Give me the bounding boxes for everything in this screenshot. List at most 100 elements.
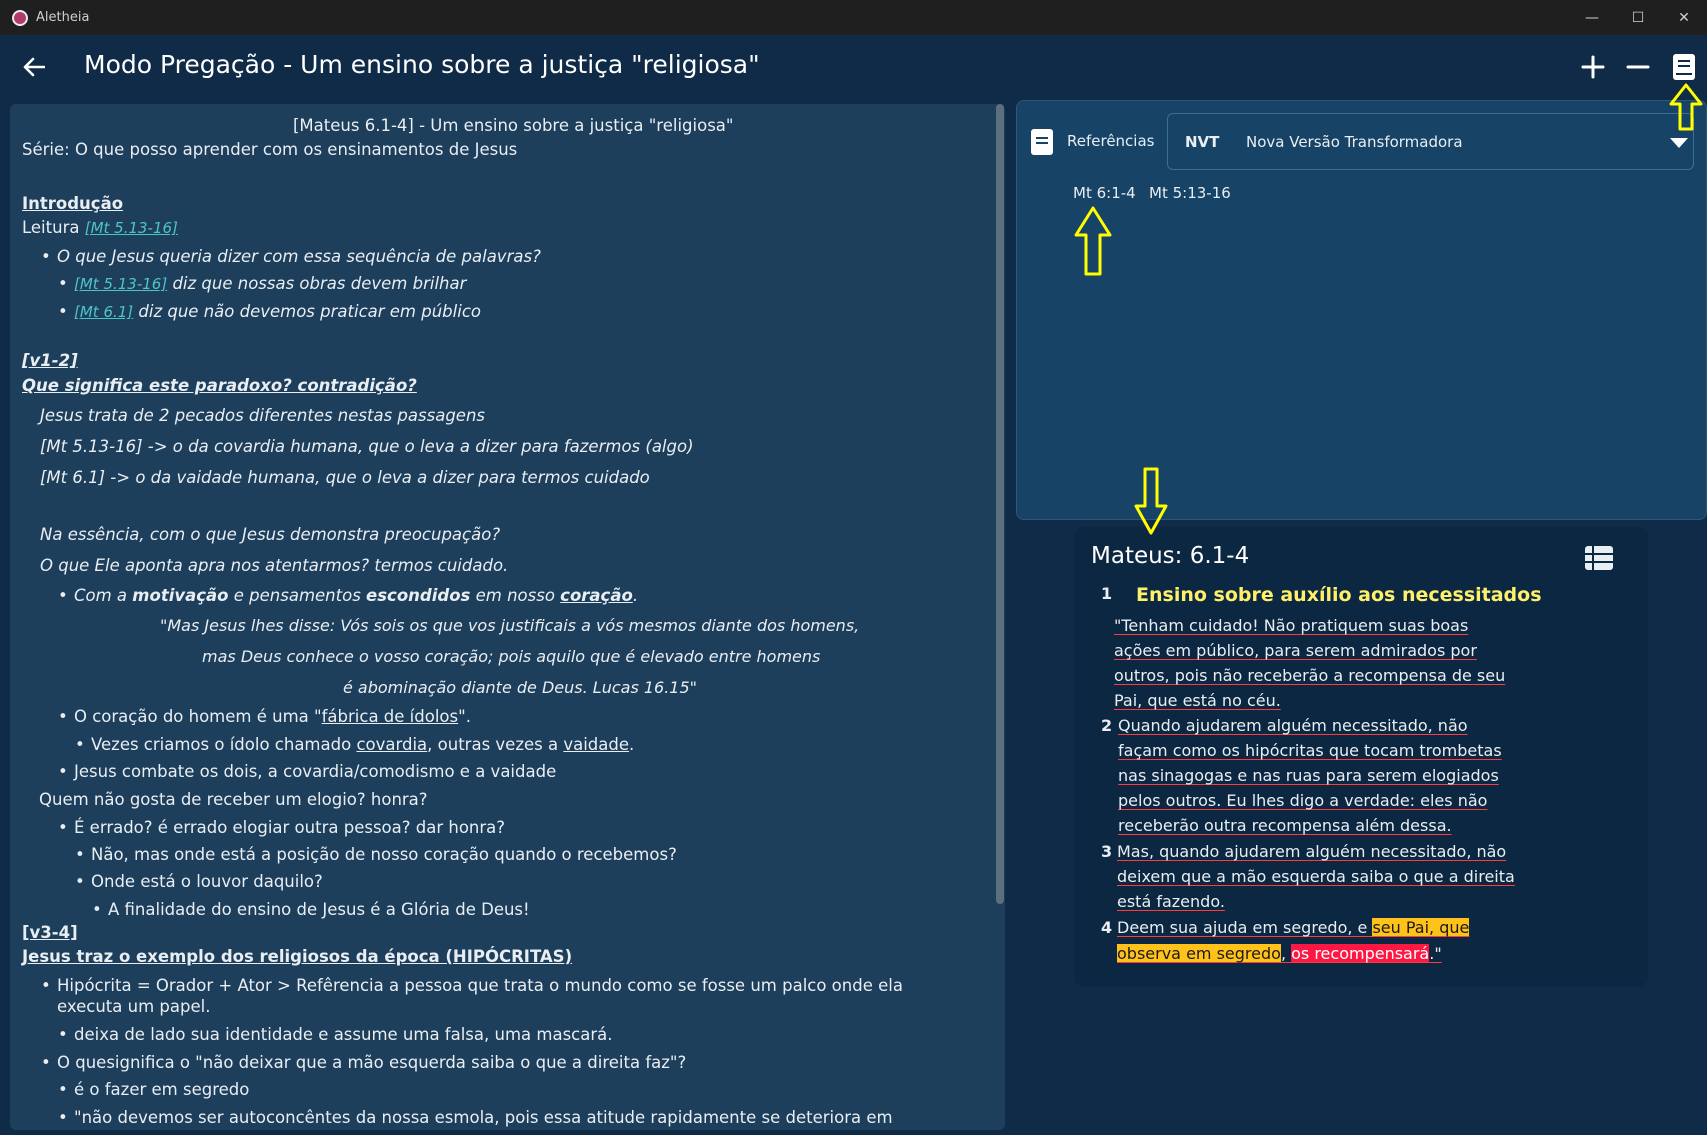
text-run: fábrica de ídolos [321, 707, 459, 726]
list-item: Vezes criamos o ídolo chamado covardia, … [75, 735, 634, 754]
annotation-arrow-up-icon [1074, 206, 1112, 276]
list-item-continuation: executa um papel. [57, 997, 211, 1016]
verse-line: façam como os hipócritas que tocam tromb… [1118, 741, 1502, 760]
list-item: Jesus combate os dois, a covardia/comodi… [58, 762, 556, 781]
plus-icon [1581, 55, 1605, 79]
verse-number: 2 [1101, 716, 1113, 735]
bible-version-select[interactable]: NVT Nova Versão Transformadora [1167, 113, 1694, 170]
reference-link[interactable]: [Mt 5.13-16] [74, 275, 167, 293]
book-icon [1031, 129, 1053, 155]
text-run: coração [560, 586, 633, 605]
highlight-yellow[interactable]: observa em segredo [1117, 944, 1281, 963]
reference-chip[interactable]: Mt 6:1-4 [1073, 184, 1136, 202]
highlight-red[interactable]: os recompensará [1291, 944, 1430, 963]
list-item: Com a motivação e pensamentos escondidos… [58, 586, 639, 605]
verse-line: nas sinagogas e nas ruas para serem elog… [1118, 766, 1499, 785]
minimize-button[interactable]: — [1569, 0, 1615, 35]
text-run: em nosso [470, 586, 561, 605]
app-logo-icon [12, 9, 28, 26]
verse-line: Deem sua ajuda em segredo, e seu Pai, qu… [1117, 918, 1470, 937]
verse-line: Quando ajudarem alguém necessitado, não [1118, 716, 1468, 735]
paragraph: Jesus trata de 2 pecados diferentes nest… [40, 406, 486, 425]
text-run: covardia [356, 735, 428, 754]
text-run: vaidade [563, 735, 630, 754]
text-run: . [632, 586, 639, 605]
leitura-line: Leitura [Mt 5.13-16] [22, 218, 178, 237]
list-item: é o fazer em segredo [58, 1080, 249, 1099]
verse-reference: Mateus: 6.1-4 [1091, 543, 1250, 569]
highlight-yellow[interactable]: seu Pai, que [1372, 918, 1470, 937]
list-item: deixa de lado sua identidade e assume um… [58, 1025, 612, 1044]
list-item: O coração do homem é uma "fábrica de ído… [58, 707, 471, 726]
list-item-text: diz que não devemos praticar em público [133, 302, 481, 321]
bible-panel-button[interactable] [1666, 49, 1702, 85]
back-button[interactable] [20, 53, 48, 81]
paragraph: [Mt 5.13-16] -> o da covardia humana, qu… [40, 437, 694, 456]
intro-title: Introdução [22, 194, 124, 213]
editor-scrollbar[interactable] [996, 104, 1004, 904]
section-v1-2: [v1-2] [22, 351, 78, 370]
list-item-text: diz que nossas obras devem brilhar [167, 274, 467, 293]
text-run: e pensamentos [228, 586, 367, 605]
verse-card: Mateus: 6.1-4 1 Ensino sobre auxílio aos… [1074, 527, 1648, 987]
verse-number: 3 [1101, 842, 1113, 861]
verse-line: ações em público, para serem admirados p… [1114, 641, 1477, 660]
app-name: Aletheia [36, 10, 90, 25]
list-item: Não, mas onde está a posição de nosso co… [75, 845, 677, 864]
list-item: O que Jesus queria dizer com essa sequên… [41, 247, 541, 266]
list-item: Onde está o louvor daquilo? [75, 872, 323, 891]
paradox-title: Que significa este paradoxo? contradição… [22, 376, 417, 395]
paragraph: Na essência, com o que Jesus demonstra p… [40, 525, 501, 544]
version-name: Nova Versão Transformadora [1246, 133, 1463, 151]
minus-icon [1626, 65, 1650, 69]
reference-chip[interactable]: Mt 5:13-16 [1149, 184, 1231, 202]
page-title: Modo Pregação - Um ensino sobre a justiç… [84, 50, 760, 79]
list-item: [Mt 6.1] diz que não devemos praticar em… [58, 302, 481, 321]
verse-line: receberão outra recompensa além dessa. [1118, 816, 1452, 835]
version-code: NVT [1185, 133, 1220, 151]
hypocrites-title: Jesus traz o exemplo dos religiosos da é… [22, 947, 573, 966]
verse-text-run: , [1280, 944, 1292, 963]
quote-line: "Mas Jesus lhes disse: Vós sois os que v… [160, 616, 860, 635]
app-header: Modo Pregação - Um ensino sobre a justiç… [0, 35, 1707, 101]
list-item: "não devemos ser autoconcêntes da nossa … [58, 1108, 893, 1127]
list-item: [Mt 5.13-16] diz que nossas obras devem … [58, 274, 467, 293]
paragraph: Quem não gosta de receber um elogio? hon… [39, 790, 428, 809]
verse-section-heading: Ensino sobre auxílio aos necessitados [1136, 584, 1542, 606]
close-button[interactable]: ✕ [1661, 0, 1707, 35]
text-run: escondidos [366, 586, 471, 605]
maximize-button[interactable]: ☐ [1615, 0, 1661, 35]
list-item: O quesignifica o "não deixar que a mão e… [41, 1053, 686, 1072]
list-item: A finalidade do ensino de Jesus é a Glór… [92, 900, 530, 919]
sermon-heading: [Mateus 6.1-4] - Um ensino sobre a justi… [293, 116, 734, 135]
remove-button[interactable] [1620, 49, 1656, 85]
verse-line: está fazendo. [1117, 892, 1225, 911]
list-view-icon[interactable] [1584, 545, 1614, 571]
paragraph: O que Ele aponta apra nos atentarmos? te… [40, 556, 509, 575]
verse-line: "Tenham cuidado! Não pratiquem suas boas [1114, 616, 1469, 635]
annotation-arrow-up-icon [1669, 83, 1703, 131]
verse-line: Mas, quando ajudarem alguém necessitado,… [1117, 842, 1507, 861]
list-item: É errado? é errado elogiar outra pessoa?… [58, 818, 505, 837]
verse-line: outros, pois não receberão a recompensa … [1114, 666, 1506, 685]
list-item: Hipócrita = Orador + Ator > Refêrencia a… [41, 976, 903, 995]
arrow-left-icon [23, 57, 45, 77]
add-button[interactable] [1575, 49, 1611, 85]
window-controls: — ☐ ✕ [1569, 0, 1707, 35]
section-v3-4: [v3-4] [22, 923, 78, 942]
reference-link[interactable]: [Mt 5.13-16] [85, 219, 178, 237]
verse-line: deixem que a mão esquerda saiba o que a … [1117, 867, 1515, 886]
verse-line: Pai, que está no céu. [1114, 691, 1281, 710]
verse-text-run: ." [1429, 944, 1442, 963]
reference-link[interactable]: [Mt 6.1] [74, 303, 133, 321]
verse-line: pelos outros. Eu lhes digo a verdade: el… [1118, 791, 1488, 810]
verse-line: observa em segredo, os recompensará." [1117, 944, 1442, 963]
references-label: Referências [1067, 132, 1155, 150]
text-run: , outras vezes a [427, 735, 564, 754]
sermon-editor[interactable]: [Mateus 6.1-4] - Um ensino sobre a justi… [10, 104, 1005, 1130]
text-run: Vezes criamos o ídolo chamado [91, 735, 357, 754]
verse-text-run: Deem sua ajuda em segredo, e [1117, 918, 1373, 937]
quote-line: mas Deus conhece o vosso coração; pois a… [202, 647, 821, 666]
text-run: O coração do homem é uma " [74, 707, 322, 726]
references-panel: Referências NVT Nova Versão Transformado… [1016, 100, 1707, 520]
